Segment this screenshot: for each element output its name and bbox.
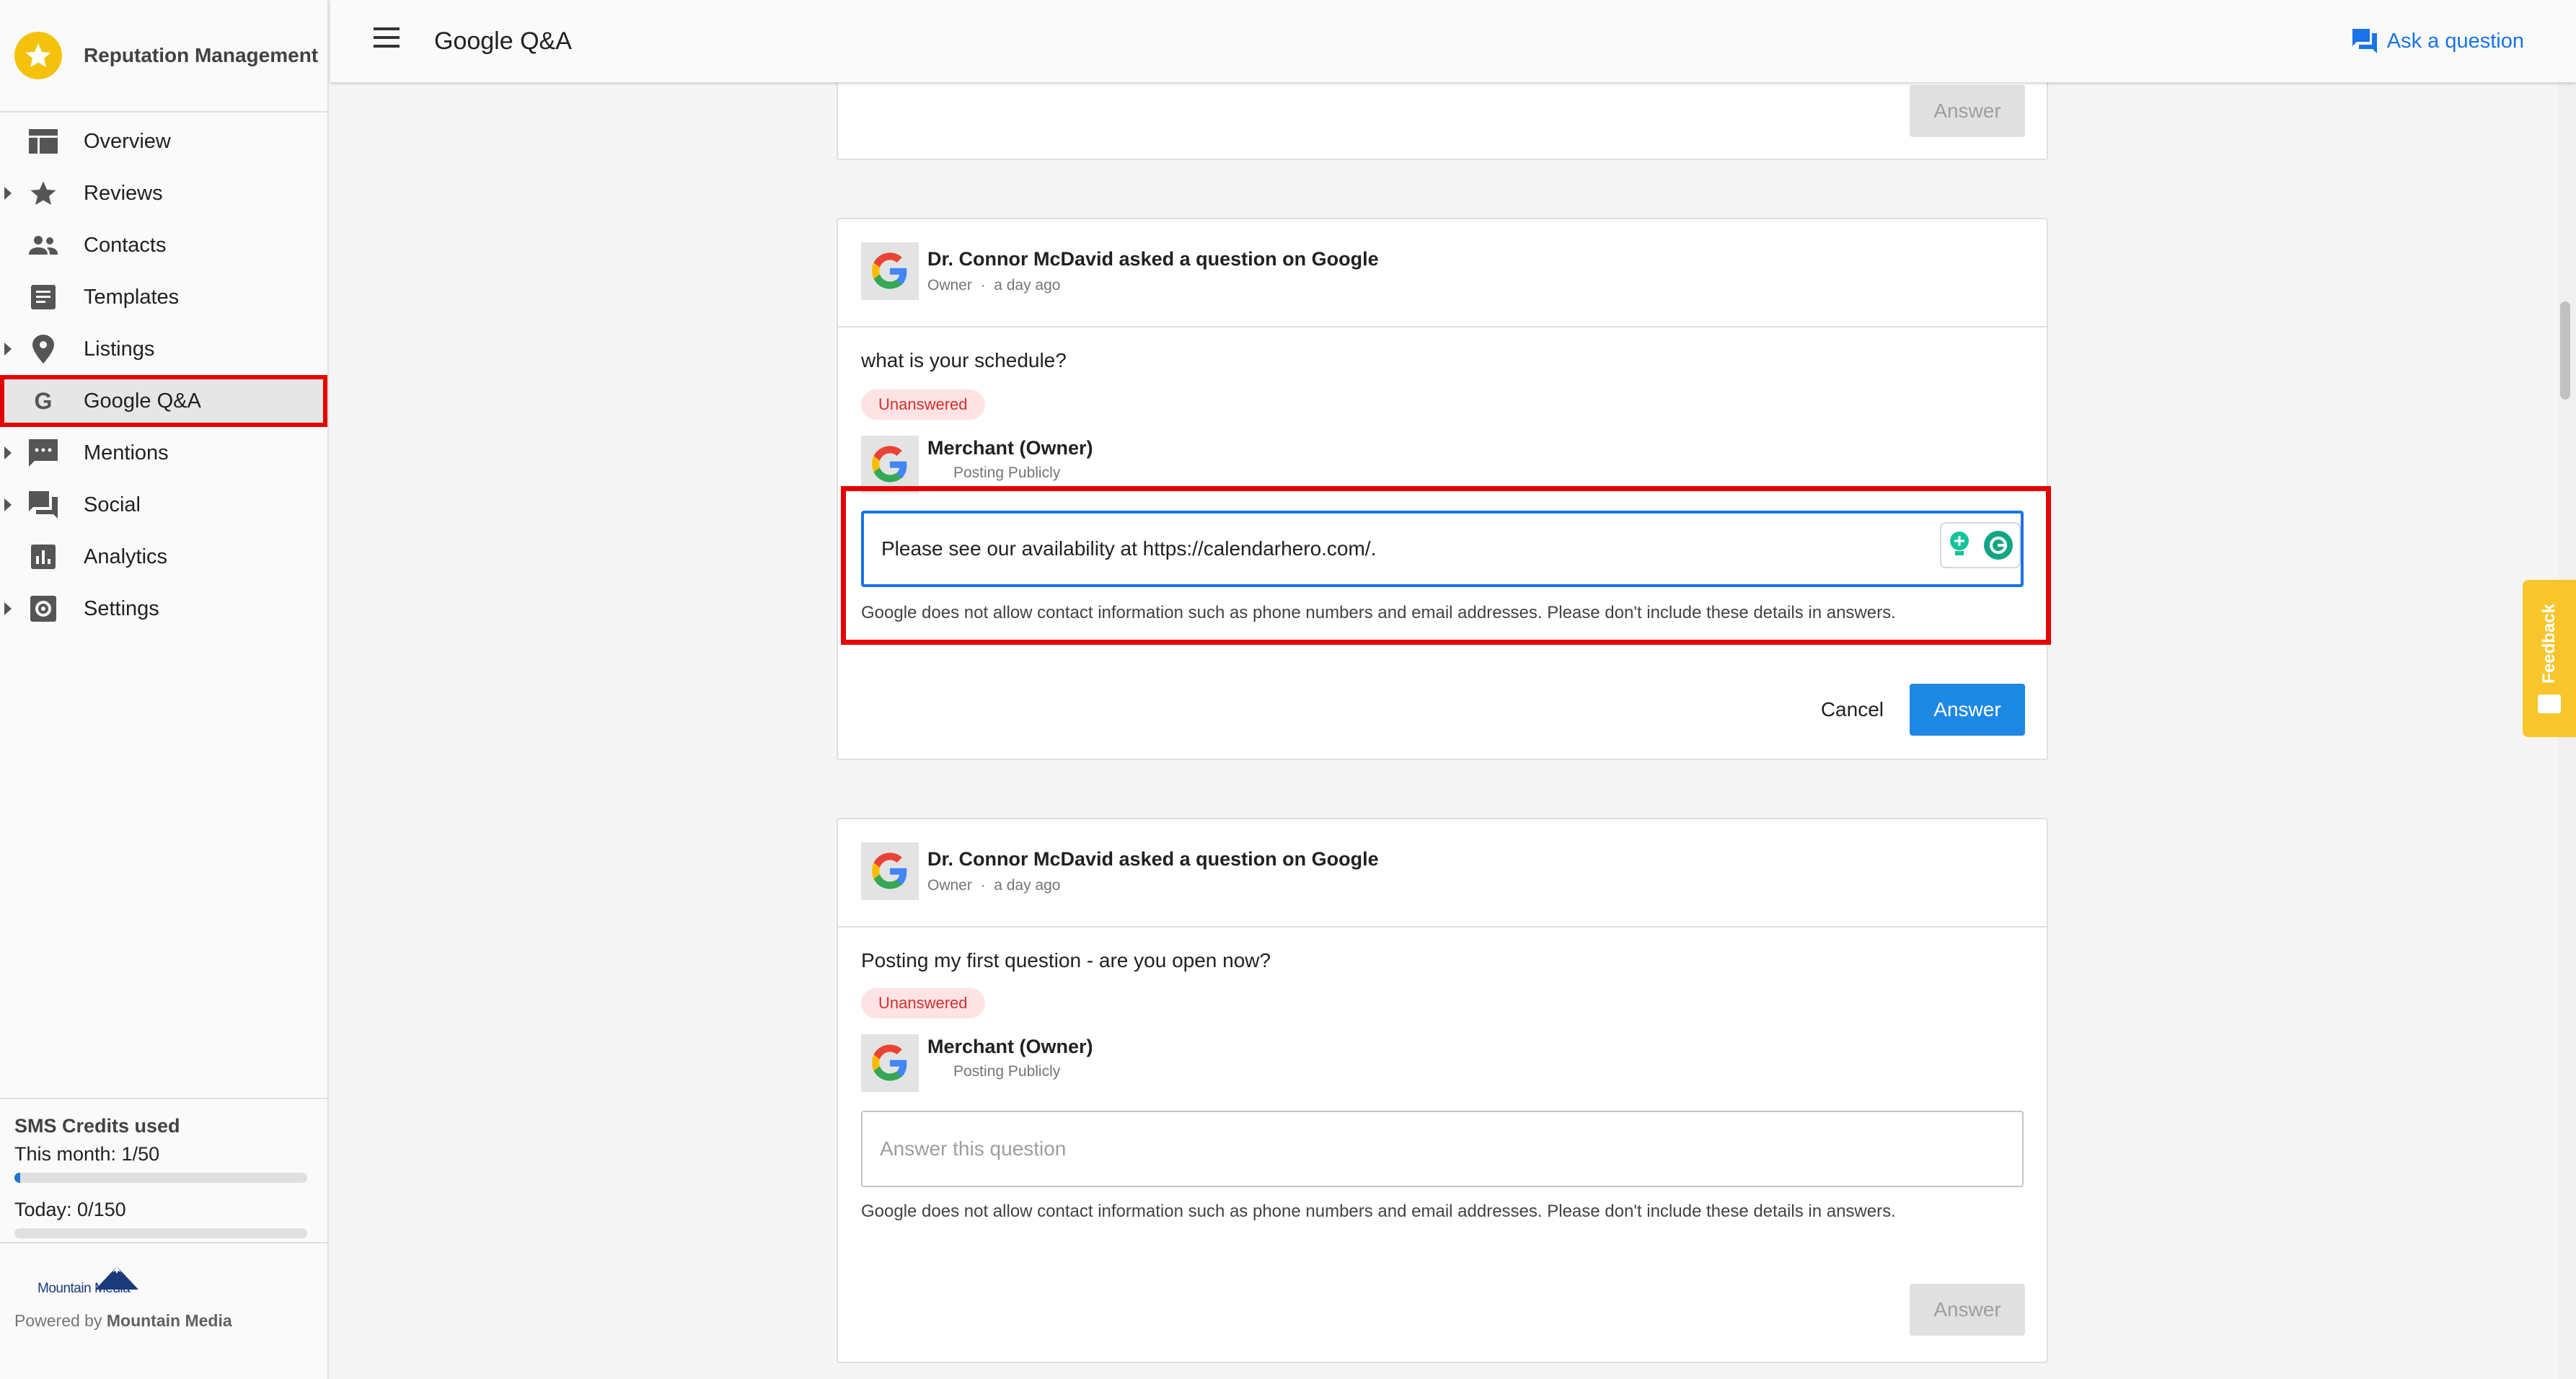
ask-question-label: Ask a question (2386, 29, 2524, 53)
question-meta: Owner · a day ago (927, 277, 1061, 294)
scrollbar-thumb[interactable] (2560, 301, 2570, 400)
status-badge: Unanswered (861, 988, 985, 1018)
star-logo-icon (14, 32, 62, 79)
asker-role: Owner (927, 877, 972, 894)
google-avatar-icon (861, 842, 919, 900)
contact-info-hint: Google does not allow contact informatio… (861, 1202, 1896, 1221)
location-pin-icon (27, 333, 59, 365)
question-card: Dr. Connor McDavid asked a question on G… (837, 818, 2048, 1363)
merchant-name: Merchant (Owner) (927, 1036, 1093, 1057)
question-time: a day ago (994, 877, 1061, 894)
question-text: what is your schedule? (861, 349, 1067, 371)
sidebar: Reputation Management Overview Reviews C… (0, 0, 329, 1379)
lightbulb-icon (1949, 532, 1969, 555)
settings-icon (27, 593, 59, 625)
sidebar-item-mentions[interactable]: Mentions (0, 427, 327, 479)
sidebar-item-google-qa[interactable]: G Google Q&A (0, 375, 327, 427)
ask-question-button[interactable]: Ask a question (2352, 29, 2524, 53)
sidebar-item-label: Reviews (84, 181, 163, 205)
merchant-avatar-icon (861, 436, 919, 493)
sms-credits-panel: SMS Credits used This month: 1/50 Today:… (0, 1098, 327, 1238)
sidebar-item-overview[interactable]: Overview (0, 115, 327, 167)
expand-caret-icon[interactable] (4, 187, 12, 200)
expand-caret-icon[interactable] (4, 446, 12, 459)
mountain-media-logo: Mountain Media (38, 1262, 313, 1297)
sidebar-item-reviews[interactable]: Reviews (0, 167, 327, 219)
top-app-bar: Google Q&A Ask a question (330, 0, 2576, 82)
contact-info-hint: Google does not allow contact informatio… (861, 603, 1896, 622)
star-icon (27, 177, 59, 209)
people-icon (27, 229, 59, 261)
expand-caret-icon[interactable] (4, 498, 12, 511)
question-text: Posting my first question - are you open… (861, 949, 1271, 972)
forum-icon (27, 489, 59, 521)
question-answer-icon (2352, 29, 2377, 53)
bar-chart-icon (27, 541, 59, 573)
answer-button[interactable]: Answer (1910, 684, 2025, 736)
sidebar-item-label: Templates (84, 285, 180, 309)
asker-role: Owner (927, 277, 972, 294)
comment-icon (27, 437, 59, 469)
sms-credits-title: SMS Credits used (14, 1115, 180, 1137)
sidebar-item-social[interactable]: Social (0, 479, 327, 531)
posting-visibility: Posting Publicly (953, 1063, 1061, 1080)
feedback-label: Feedback (2539, 603, 2559, 684)
feedback-tab[interactable]: Feedback (2523, 580, 2576, 737)
feedback-icon (2538, 695, 2561, 714)
answer-input[interactable] (861, 511, 2024, 587)
google-avatar-icon (861, 242, 919, 300)
cancel-button[interactable]: Cancel (1817, 684, 1888, 736)
answer-button-disabled[interactable]: Answer (1910, 1284, 2025, 1336)
powered-by-prefix: Powered by (14, 1311, 107, 1330)
sidebar-item-label: Analytics (84, 545, 168, 568)
grammarly-g-icon (1983, 531, 2013, 560)
app-title: Reputation Management (84, 44, 319, 66)
powered-by-text: Powered by Mountain Media (14, 1311, 313, 1331)
question-card-previous: Answer (837, 72, 2048, 160)
answer-button-disabled[interactable]: Answer (1910, 85, 2025, 137)
sidebar-item-label: Google Q&A (84, 389, 201, 413)
sidebar-item-label: Settings (84, 596, 159, 620)
google-g-icon: G (34, 387, 53, 414)
sidebar-item-analytics[interactable]: Analytics (0, 531, 327, 583)
sidebar-item-label: Mentions (84, 441, 169, 464)
question-card-header: Dr. Connor McDavid asked a question on G… (838, 819, 2047, 928)
powered-by-footer: Mountain Media Powered by Mountain Media (0, 1242, 327, 1331)
sms-month-progress (14, 1173, 307, 1183)
sidebar-item-label: Listings (84, 337, 155, 361)
sidebar-item-contacts[interactable]: Contacts (0, 219, 327, 271)
question-time: a day ago (994, 277, 1061, 294)
merchant-avatar-icon (861, 1034, 919, 1092)
page-title: Google Q&A (434, 27, 572, 55)
sidebar-nav: Overview Reviews Contacts Templates List… (0, 115, 327, 635)
answer-input[interactable] (861, 1111, 2024, 1187)
merchant-name: Merchant (Owner) (927, 437, 1093, 459)
brand-header: Reputation Management (0, 0, 327, 113)
sidebar-item-templates[interactable]: Templates (0, 271, 327, 323)
question-card: Dr. Connor McDavid asked a question on G… (837, 218, 2051, 760)
sidebar-item-settings[interactable]: Settings (0, 583, 327, 635)
sms-month-progress-fill (14, 1173, 21, 1183)
sms-today-progress (14, 1228, 307, 1238)
grammarly-widget[interactable] (1940, 522, 2021, 568)
dashboard-icon (27, 125, 59, 157)
sidebar-item-label: Overview (84, 129, 171, 153)
sms-today-usage: Today: 0/150 (14, 1199, 126, 1220)
status-badge: Unanswered (861, 389, 985, 420)
question-card-header: Dr. Connor McDavid asked a question on G… (838, 219, 2047, 327)
sidebar-item-label: Social (84, 493, 141, 516)
sidebar-item-listings[interactable]: Listings (0, 323, 327, 375)
powered-by-name: Mountain Media (106, 1311, 232, 1330)
expand-caret-icon[interactable] (4, 343, 12, 356)
asker-title: Dr. Connor McDavid asked a question on G… (927, 248, 1379, 270)
question-meta: Owner · a day ago (927, 877, 1061, 894)
expand-caret-icon[interactable] (4, 602, 12, 615)
asker-title: Dr. Connor McDavid asked a question on G… (927, 848, 1379, 870)
document-icon (27, 281, 59, 313)
sidebar-item-label: Contacts (84, 233, 167, 257)
posting-visibility: Posting Publicly (953, 464, 1061, 481)
hamburger-menu-icon[interactable] (374, 27, 402, 50)
logo-text: Mountain Media (38, 1281, 131, 1296)
sms-month-usage: This month: 1/50 (14, 1143, 160, 1165)
